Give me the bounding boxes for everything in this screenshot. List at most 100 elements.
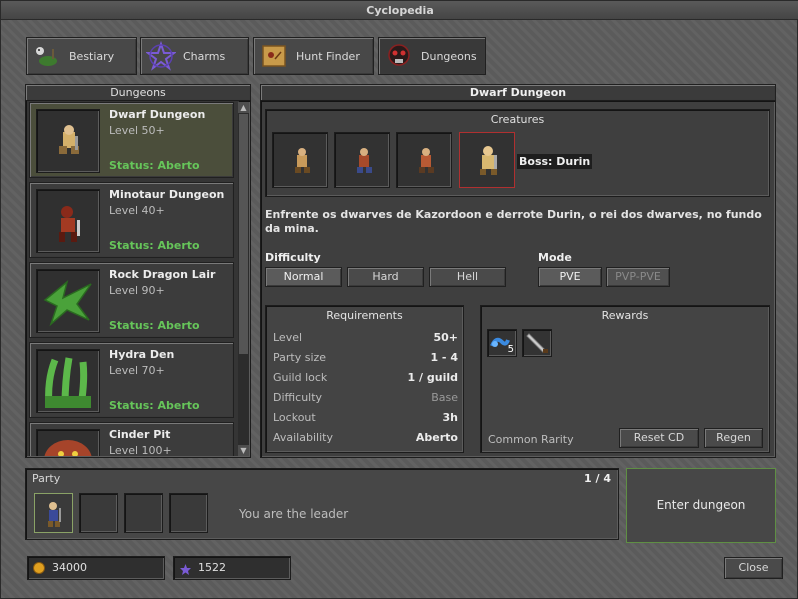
dungeon-skull-icon xyxy=(383,40,415,72)
knife-icon xyxy=(526,333,548,353)
party-count: 1 / 4 xyxy=(584,472,611,485)
token-amount: 1522 xyxy=(198,561,226,574)
dungeon-item-cinder-pit[interactable]: Cinder Pit Level 100+ xyxy=(29,422,234,456)
creature-slot-3[interactable] xyxy=(396,132,452,188)
dungeon-name: Cinder Pit xyxy=(109,428,171,441)
req-value: 1 - 4 xyxy=(430,351,458,364)
req-level-row: Level 50+ xyxy=(273,331,458,351)
creature-slot-1[interactable] xyxy=(272,132,328,188)
dungeon-detail-title: Dwarf Dungeon xyxy=(260,84,776,101)
map-scroll-icon xyxy=(258,40,290,72)
dungeon-level: Level 100+ xyxy=(109,444,172,456)
boss-name-label: Boss: Durin xyxy=(517,154,593,169)
tab-bestiary[interactable]: Bestiary xyxy=(26,37,137,75)
party-slot-3[interactable] xyxy=(124,493,163,533)
tab-charms[interactable]: Charms xyxy=(140,37,249,75)
mode-label: Mode xyxy=(538,251,572,264)
party-slot-4[interactable] xyxy=(169,493,208,533)
gold-coin-icon xyxy=(33,562,45,574)
close-button[interactable]: Close xyxy=(724,557,783,579)
player-avatar-icon xyxy=(48,502,61,527)
req-value: Aberto xyxy=(415,431,458,444)
dungeon-description: Enfrente os dwarves de Kazordoon e derro… xyxy=(265,208,762,235)
dungeon-status: Status: Aberto xyxy=(109,399,200,412)
req-key: Lockout xyxy=(273,411,316,424)
dungeon-level: Level 40+ xyxy=(109,204,165,217)
window-title: Cyclopedia xyxy=(1,1,798,20)
dungeon-item-hydra[interactable]: Hydra Den Level 70+ Status: Aberto xyxy=(29,342,234,418)
req-party-size-row: Party size 1 - 4 xyxy=(273,351,458,371)
difficulty-normal-button[interactable]: Normal xyxy=(265,267,342,287)
difficulty-hell-button[interactable]: Hell xyxy=(429,267,506,287)
regen-button[interactable]: Regen xyxy=(704,428,763,448)
party-header: Party xyxy=(32,472,61,485)
boss-creature-slot[interactable] xyxy=(459,132,515,188)
req-value: 3h xyxy=(442,411,459,424)
req-key: Guild lock xyxy=(273,371,328,384)
dungeon-name: Hydra Den xyxy=(109,348,175,361)
creature-slot-2[interactable] xyxy=(334,132,390,188)
rewards-header: Rewards xyxy=(601,309,649,322)
difficulty-hard-button[interactable]: Hard xyxy=(347,267,424,287)
minotaur-portrait-icon xyxy=(36,189,100,253)
hydra-portrait-icon xyxy=(36,349,100,413)
dragon-portrait-icon xyxy=(36,269,100,333)
req-key: Level xyxy=(273,331,303,344)
mode-pvp-pve-button[interactable]: PVP-PVE xyxy=(606,267,670,287)
dungeon-status: Status: Aberto xyxy=(109,159,200,172)
tab-hunt-finder[interactable]: Hunt Finder xyxy=(253,37,374,75)
reward-item-potion[interactable]: 5 xyxy=(487,329,517,357)
dungeon-name: Rock Dragon Lair xyxy=(109,268,216,281)
dungeon-list-header: Dungeons xyxy=(25,84,251,101)
dungeon-status: Status: Aberto xyxy=(109,239,200,252)
dungeon-item-minotaur[interactable]: Minotaur Dungeon Level 40+ Status: Abert… xyxy=(29,182,234,258)
cyclopedia-window: Cyclopedia Bestiary Charms Hunt Finder D… xyxy=(0,0,798,599)
reward-count: 5 xyxy=(507,344,514,355)
tab-label: Dungeons xyxy=(421,49,477,63)
req-guild-lock-row: Guild lock 1 / guild xyxy=(273,371,458,391)
reset-cd-button[interactable]: Reset CD xyxy=(619,428,699,448)
scroll-down-arrow-icon[interactable]: ▼ xyxy=(238,445,249,456)
req-lockout-row: Lockout 3h xyxy=(273,411,458,431)
scrollbar-thumb[interactable] xyxy=(239,114,248,354)
dwarf-soldier-icon xyxy=(419,148,434,173)
scroll-up-arrow-icon[interactable]: ▲ xyxy=(238,102,249,113)
req-value: Base xyxy=(431,391,458,404)
cinder-portrait-icon xyxy=(36,429,100,456)
dungeon-level: Level 70+ xyxy=(109,364,165,377)
gold-amount: 34000 xyxy=(52,561,87,574)
gold-balance: 34000 xyxy=(27,556,165,580)
tab-label: Hunt Finder xyxy=(296,49,360,63)
reward-item-knife[interactable] xyxy=(522,329,552,357)
dungeon-name: Minotaur Dungeon xyxy=(109,188,225,201)
req-value: 1 / guild xyxy=(407,371,458,384)
durin-boss-icon xyxy=(480,146,497,175)
mode-pve-button[interactable]: PVE xyxy=(538,267,602,287)
req-key: Party size xyxy=(273,351,327,364)
dwarf-creature-icon xyxy=(295,148,310,173)
dungeon-item-rock-dragon[interactable]: Rock Dragon Lair Level 90+ Status: Abert… xyxy=(29,262,234,338)
req-key: Difficulty xyxy=(273,391,323,404)
enter-dungeon-button[interactable]: Enter dungeon xyxy=(626,468,776,543)
req-difficulty-row: Difficulty Base xyxy=(273,391,458,411)
dungeon-item-dwarf[interactable]: Dwarf Dungeon Level 50+ Status: Aberto xyxy=(29,102,234,178)
dungeon-level: Level 90+ xyxy=(109,284,165,297)
dungeon-level: Level 50+ xyxy=(109,124,165,137)
charm-pentagram-icon xyxy=(145,40,177,72)
bestiary-icon xyxy=(31,40,63,72)
tab-label: Charms xyxy=(183,49,226,63)
party-leader-text: You are the leader xyxy=(239,507,349,521)
difficulty-label: Difficulty xyxy=(265,251,321,264)
dwarf-guard-icon xyxy=(357,148,372,173)
party-slot-2[interactable] xyxy=(79,493,118,533)
token-balance: 1522 xyxy=(173,556,291,580)
req-availability-row: Availability Aberto xyxy=(273,431,458,451)
dungeon-list: Dwarf Dungeon Level 50+ Status: Aberto M… xyxy=(27,101,239,456)
req-key: Availability xyxy=(273,431,333,444)
requirements-header: Requirements xyxy=(326,309,403,322)
charm-token-icon xyxy=(179,562,192,584)
party-slot-1[interactable] xyxy=(34,493,73,533)
tab-dungeons[interactable]: Dungeons xyxy=(378,37,486,75)
dungeon-list-scrollbar[interactable]: ▲ ▼ xyxy=(238,102,249,456)
dungeon-status: Status: Aberto xyxy=(109,319,200,332)
